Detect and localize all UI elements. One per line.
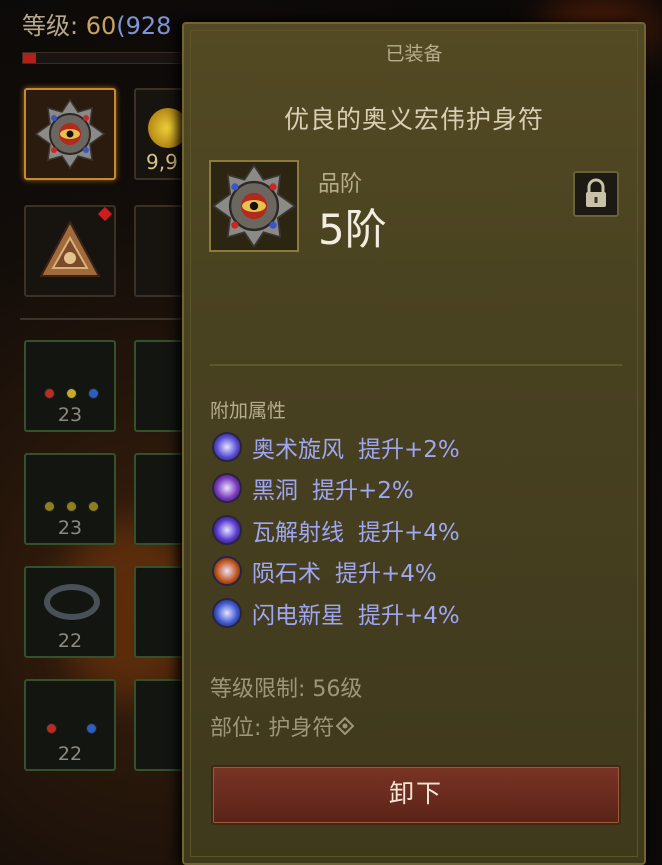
attributes-title: 附加属性 xyxy=(210,400,287,422)
triangle-sigil-icon xyxy=(39,219,101,277)
inventory-slot-1[interactable]: 23 xyxy=(24,340,116,432)
attribute-row: 黑洞 提升+2% xyxy=(212,468,632,510)
inventory-divider xyxy=(20,318,185,320)
item-level: 22 xyxy=(57,743,83,765)
rank-value: 5阶 xyxy=(318,205,387,254)
slot-type-label: 部位: 护身符 xyxy=(210,716,335,741)
amulet-slot-icon xyxy=(336,717,355,735)
equipped-status: 已装备 xyxy=(385,43,443,65)
slot-type: 部位: 护身符 xyxy=(210,710,355,742)
attribute-row: 瓦解射线 提升+4% xyxy=(212,509,632,551)
inventory-slot-7[interactable]: 22 xyxy=(24,679,116,771)
amulet-slot[interactable] xyxy=(24,88,116,180)
disintegrate-ray-icon xyxy=(212,514,242,545)
yellow-socket-icon xyxy=(88,501,99,512)
item-level: 23 xyxy=(57,517,83,539)
item-tooltip: 已装备 优良的奥义宏伟护身符 品阶 5阶 附加属性 奥术旋风 提升+2% 黑洞 提升+… xyxy=(182,22,646,865)
red-socket-icon xyxy=(44,388,55,399)
attribute-row: 奥术旋风 提升+2% xyxy=(212,426,632,468)
padlock-icon xyxy=(586,178,606,207)
attribute-row: 陨石术 提升+4% xyxy=(212,551,632,593)
yellow-socket-icon xyxy=(44,501,55,512)
attribute-name: 黑洞 xyxy=(252,478,298,505)
player-level: 等级: 60(928 xyxy=(22,12,172,40)
black-hole-icon xyxy=(212,473,242,504)
section-divider xyxy=(210,364,622,366)
red-socket-icon xyxy=(46,723,57,734)
lock-button[interactable] xyxy=(573,171,619,217)
item-name: 优良的奥义宏伟护身符 xyxy=(283,105,544,134)
lightning-nova-icon xyxy=(212,597,242,628)
blue-socket-icon xyxy=(88,388,99,399)
experience-fill xyxy=(23,53,36,63)
blue-socket-icon xyxy=(86,723,97,734)
unequip-button[interactable]: 卸下 xyxy=(211,765,621,825)
yellow-socket-icon xyxy=(66,388,77,399)
sigil-slot[interactable] xyxy=(24,205,116,297)
meteor-icon xyxy=(212,556,242,587)
ring-icon xyxy=(44,584,100,620)
rank-label: 品阶 xyxy=(318,172,363,197)
inventory-slot-5[interactable]: 22 xyxy=(24,566,116,658)
item-icon-frame xyxy=(209,160,299,252)
attribute-name: 奥术旋风 xyxy=(252,436,344,463)
attribute-name: 瓦解射线 xyxy=(252,519,344,546)
attribute-bonus: 提升+4% xyxy=(358,602,460,629)
attribute-name: 陨石术 xyxy=(252,561,321,588)
item-level: 22 xyxy=(57,630,83,652)
item-level: 23 xyxy=(57,404,83,426)
currency-amount: 9,9 xyxy=(146,150,178,174)
amulet-icon xyxy=(34,98,106,170)
attribute-row: 闪电新星 提升+4% xyxy=(212,592,632,634)
attribute-bonus: 提升+4% xyxy=(358,519,460,546)
arcane-whirlwind-icon xyxy=(212,431,242,462)
inventory-slot-3[interactable]: 23 xyxy=(24,453,116,545)
level-requirement: 等级限制: 56级 xyxy=(210,677,363,702)
attribute-bonus: 提升+2% xyxy=(358,436,460,463)
attribute-name: 闪电新星 xyxy=(252,602,344,629)
attribute-bonus: 提升+2% xyxy=(312,478,414,505)
experience-bar xyxy=(22,52,182,64)
attribute-list: 奥术旋风 提升+2% 黑洞 提升+2% 瓦解射线 提升+4% 陨石术 提升+4% 闪电新星 提升+… xyxy=(212,426,632,634)
attribute-bonus: 提升+4% xyxy=(335,561,437,588)
amulet-icon xyxy=(211,163,297,249)
yellow-socket-icon xyxy=(66,501,77,512)
